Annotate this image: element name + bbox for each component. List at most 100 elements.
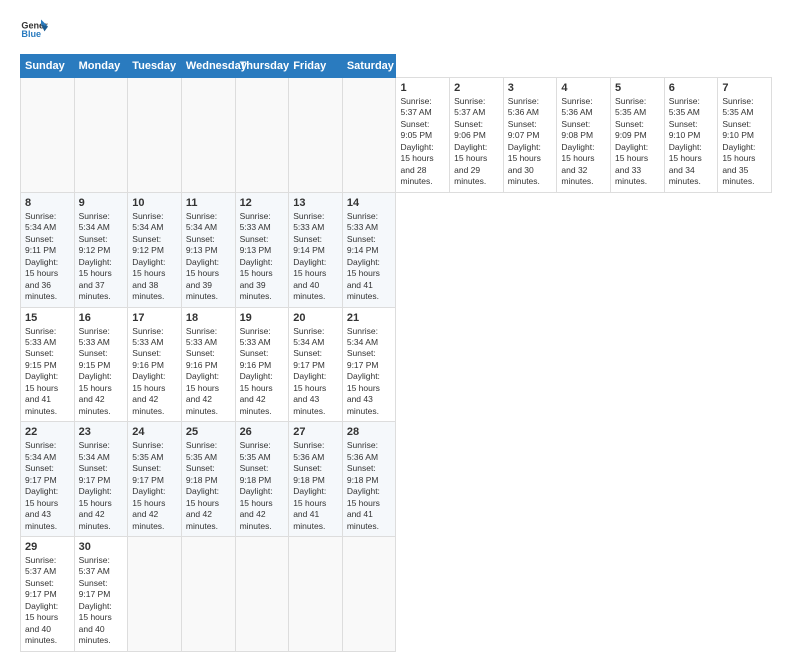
col-header-tuesday: Tuesday	[128, 55, 182, 78]
day-cell	[342, 78, 396, 193]
day-info: Sunrise: 5:37 AM Sunset: 9:05 PM Dayligh…	[400, 96, 445, 188]
day-cell: 23 Sunrise: 5:34 AM Sunset: 9:17 PM Dayl…	[74, 422, 128, 537]
day-cell: 4 Sunrise: 5:36 AM Sunset: 9:08 PM Dayli…	[557, 78, 611, 193]
day-cell	[181, 537, 235, 652]
day-number: 18	[186, 312, 231, 324]
day-number: 3	[508, 82, 553, 94]
calendar-table: SundayMondayTuesdayWednesdayThursdayFrid…	[20, 54, 772, 652]
day-info: Sunrise: 5:36 AM Sunset: 9:07 PM Dayligh…	[508, 96, 553, 188]
day-cell	[235, 537, 289, 652]
day-cell: 11 Sunrise: 5:34 AM Sunset: 9:13 PM Dayl…	[181, 192, 235, 307]
day-number: 15	[25, 312, 70, 324]
day-number: 6	[669, 82, 714, 94]
week-row-2: 8 Sunrise: 5:34 AM Sunset: 9:11 PM Dayli…	[21, 192, 772, 307]
col-header-wednesday: Wednesday	[181, 55, 235, 78]
day-cell	[289, 78, 343, 193]
day-info: Sunrise: 5:34 AM Sunset: 9:12 PM Dayligh…	[132, 211, 177, 303]
day-cell	[235, 78, 289, 193]
day-cell: 18 Sunrise: 5:33 AM Sunset: 9:16 PM Dayl…	[181, 307, 235, 422]
day-cell: 30 Sunrise: 5:37 AM Sunset: 9:17 PM Dayl…	[74, 537, 128, 652]
day-cell: 17 Sunrise: 5:33 AM Sunset: 9:16 PM Dayl…	[128, 307, 182, 422]
week-row-4: 22 Sunrise: 5:34 AM Sunset: 9:17 PM Dayl…	[21, 422, 772, 537]
col-header-friday: Friday	[289, 55, 343, 78]
day-cell: 9 Sunrise: 5:34 AM Sunset: 9:12 PM Dayli…	[74, 192, 128, 307]
day-number: 20	[293, 312, 338, 324]
day-info: Sunrise: 5:37 AM Sunset: 9:17 PM Dayligh…	[25, 555, 70, 647]
day-cell	[128, 537, 182, 652]
logo: General Blue	[20, 16, 52, 44]
day-cell: 29 Sunrise: 5:37 AM Sunset: 9:17 PM Dayl…	[21, 537, 75, 652]
day-info: Sunrise: 5:35 AM Sunset: 9:18 PM Dayligh…	[186, 440, 231, 532]
day-cell: 8 Sunrise: 5:34 AM Sunset: 9:11 PM Dayli…	[21, 192, 75, 307]
day-number: 1	[400, 82, 445, 94]
day-cell	[128, 78, 182, 193]
day-info: Sunrise: 5:37 AM Sunset: 9:17 PM Dayligh…	[79, 555, 124, 647]
day-cell: 5 Sunrise: 5:35 AM Sunset: 9:09 PM Dayli…	[611, 78, 665, 193]
day-info: Sunrise: 5:33 AM Sunset: 9:15 PM Dayligh…	[79, 326, 124, 418]
day-info: Sunrise: 5:36 AM Sunset: 9:18 PM Dayligh…	[347, 440, 392, 532]
col-header-saturday: Saturday	[342, 55, 396, 78]
day-cell: 2 Sunrise: 5:37 AM Sunset: 9:06 PM Dayli…	[450, 78, 504, 193]
day-cell: 14 Sunrise: 5:33 AM Sunset: 9:14 PM Dayl…	[342, 192, 396, 307]
day-info: Sunrise: 5:33 AM Sunset: 9:14 PM Dayligh…	[293, 211, 338, 303]
week-row-3: 15 Sunrise: 5:33 AM Sunset: 9:15 PM Dayl…	[21, 307, 772, 422]
day-info: Sunrise: 5:33 AM Sunset: 9:14 PM Dayligh…	[347, 211, 392, 303]
page: General Blue SundayMondayTuesdayWednesda…	[0, 0, 792, 612]
day-number: 9	[79, 197, 124, 209]
day-cell: 28 Sunrise: 5:36 AM Sunset: 9:18 PM Dayl…	[342, 422, 396, 537]
day-number: 29	[25, 541, 70, 553]
logo-icon: General Blue	[20, 16, 48, 44]
day-info: Sunrise: 5:33 AM Sunset: 9:15 PM Dayligh…	[25, 326, 70, 418]
day-number: 8	[25, 197, 70, 209]
day-info: Sunrise: 5:33 AM Sunset: 9:16 PM Dayligh…	[186, 326, 231, 418]
day-number: 12	[240, 197, 285, 209]
calendar-header-row: SundayMondayTuesdayWednesdayThursdayFrid…	[21, 55, 772, 78]
day-cell: 15 Sunrise: 5:33 AM Sunset: 9:15 PM Dayl…	[21, 307, 75, 422]
day-cell: 27 Sunrise: 5:36 AM Sunset: 9:18 PM Dayl…	[289, 422, 343, 537]
day-info: Sunrise: 5:33 AM Sunset: 9:13 PM Dayligh…	[240, 211, 285, 303]
day-cell	[21, 78, 75, 193]
header: General Blue	[20, 16, 772, 44]
day-cell: 26 Sunrise: 5:35 AM Sunset: 9:18 PM Dayl…	[235, 422, 289, 537]
day-number: 25	[186, 426, 231, 438]
day-number: 24	[132, 426, 177, 438]
day-cell: 7 Sunrise: 5:35 AM Sunset: 9:10 PM Dayli…	[718, 78, 772, 193]
day-number: 16	[79, 312, 124, 324]
day-cell: 25 Sunrise: 5:35 AM Sunset: 9:18 PM Dayl…	[181, 422, 235, 537]
day-number: 23	[79, 426, 124, 438]
day-number: 28	[347, 426, 392, 438]
day-cell: 24 Sunrise: 5:35 AM Sunset: 9:17 PM Dayl…	[128, 422, 182, 537]
day-number: 13	[293, 197, 338, 209]
day-cell: 20 Sunrise: 5:34 AM Sunset: 9:17 PM Dayl…	[289, 307, 343, 422]
day-number: 26	[240, 426, 285, 438]
day-cell: 21 Sunrise: 5:34 AM Sunset: 9:17 PM Dayl…	[342, 307, 396, 422]
day-info: Sunrise: 5:35 AM Sunset: 9:17 PM Dayligh…	[132, 440, 177, 532]
day-cell: 16 Sunrise: 5:33 AM Sunset: 9:15 PM Dayl…	[74, 307, 128, 422]
day-cell: 6 Sunrise: 5:35 AM Sunset: 9:10 PM Dayli…	[664, 78, 718, 193]
day-number: 17	[132, 312, 177, 324]
day-info: Sunrise: 5:35 AM Sunset: 9:09 PM Dayligh…	[615, 96, 660, 188]
day-info: Sunrise: 5:34 AM Sunset: 9:12 PM Dayligh…	[79, 211, 124, 303]
day-cell: 19 Sunrise: 5:33 AM Sunset: 9:16 PM Dayl…	[235, 307, 289, 422]
day-cell: 12 Sunrise: 5:33 AM Sunset: 9:13 PM Dayl…	[235, 192, 289, 307]
day-info: Sunrise: 5:34 AM Sunset: 9:17 PM Dayligh…	[25, 440, 70, 532]
day-info: Sunrise: 5:35 AM Sunset: 9:10 PM Dayligh…	[669, 96, 714, 188]
day-info: Sunrise: 5:35 AM Sunset: 9:10 PM Dayligh…	[722, 96, 767, 188]
day-cell: 10 Sunrise: 5:34 AM Sunset: 9:12 PM Dayl…	[128, 192, 182, 307]
day-cell	[342, 537, 396, 652]
day-number: 14	[347, 197, 392, 209]
day-cell	[289, 537, 343, 652]
day-info: Sunrise: 5:36 AM Sunset: 9:18 PM Dayligh…	[293, 440, 338, 532]
day-number: 19	[240, 312, 285, 324]
day-number: 10	[132, 197, 177, 209]
day-info: Sunrise: 5:34 AM Sunset: 9:17 PM Dayligh…	[79, 440, 124, 532]
day-info: Sunrise: 5:33 AM Sunset: 9:16 PM Dayligh…	[240, 326, 285, 418]
day-cell: 13 Sunrise: 5:33 AM Sunset: 9:14 PM Dayl…	[289, 192, 343, 307]
day-info: Sunrise: 5:34 AM Sunset: 9:13 PM Dayligh…	[186, 211, 231, 303]
day-number: 2	[454, 82, 499, 94]
day-cell	[181, 78, 235, 193]
svg-text:Blue: Blue	[21, 29, 41, 39]
week-row-1: 1 Sunrise: 5:37 AM Sunset: 9:05 PM Dayli…	[21, 78, 772, 193]
day-number: 30	[79, 541, 124, 553]
day-info: Sunrise: 5:35 AM Sunset: 9:18 PM Dayligh…	[240, 440, 285, 532]
